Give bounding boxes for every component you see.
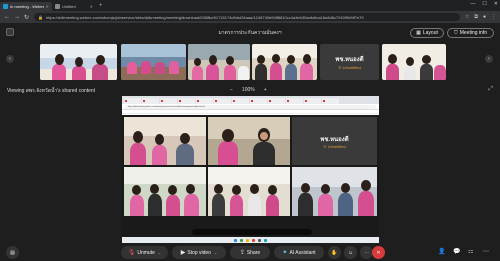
reactions-icon[interactable]: ☺	[344, 246, 357, 259]
page-favicon-icon	[55, 4, 60, 9]
unverified-status: ⊙ Unverified	[323, 143, 346, 149]
participant-name: พช.หนองดี	[320, 136, 349, 143]
reload-icon[interactable]: ↻	[24, 14, 29, 21]
leave-meeting-icon[interactable]: ✕	[372, 246, 385, 259]
share-screen-icon: ⇪	[239, 250, 245, 256]
layout-label: Layout	[422, 30, 438, 36]
browser-tab-untitled[interactable]: Untitled ✕	[52, 2, 96, 11]
shared-url: https://ddkmeeting.webex.com/wbxmjs/join…	[125, 104, 376, 109]
participant-video-tile[interactable]	[382, 44, 446, 80]
shared-browser-tabs	[122, 96, 379, 104]
chevron-down-icon[interactable]: ⌄	[158, 250, 161, 255]
browser-tab-webex[interactable]: In meeting - Webex - Webex ✕	[0, 2, 52, 11]
chat-icon[interactable]: 💬	[453, 248, 460, 255]
webex-window: In meeting - Webex - Webex ✕ Untitled ✕ …	[0, 0, 500, 261]
microphone-muted-icon: 🎙	[127, 250, 136, 256]
shared-content-label: Viewing สพร.จังหวัดน้ำ's shared content	[7, 88, 96, 94]
new-tab-icon[interactable]: +	[99, 3, 103, 9]
url-text: https://ddkmeeting.webex.com/wbxmjs/join…	[45, 14, 364, 20]
star-icon[interactable]: ☆	[465, 14, 469, 20]
share-label: Share	[246, 249, 261, 256]
meeting-header: มาตรการประกันความมั่นคงฯ ▦ Layout ⛉ Meet…	[0, 23, 500, 41]
zoom-level: 100%	[241, 87, 255, 93]
maximize-icon[interactable]: ☐	[482, 1, 486, 7]
filmstrip-prev-icon[interactable]: ‹	[6, 55, 14, 63]
shared-video-tile	[292, 167, 377, 216]
participant-filmstrip: ‹ พช.หนองดี ⊙ Unverified ›	[0, 41, 500, 81]
meeting-controls: ▤ 🎙 Unmute ⌄ ▶ Stop video ⌄ ⇪ Share ✦ AI…	[0, 244, 500, 261]
shared-video-tile	[124, 167, 206, 216]
shared-controls-bar	[192, 229, 312, 235]
meeting-info-label: Meeting info	[459, 30, 487, 36]
minimize-icon[interactable]: —	[470, 1, 475, 7]
extensions-icon[interactable]: ⧉	[474, 14, 478, 20]
sparkle-icon: ✦	[282, 250, 288, 256]
tab-label: Untitled	[62, 4, 76, 9]
shared-screen[interactable]: https://ddkmeeting.webex.com/wbxmjs/join…	[122, 96, 379, 243]
raise-hand-icon[interactable]: ✋	[328, 246, 341, 259]
shared-taskbar	[122, 237, 379, 243]
apps-icon[interactable]: ⚏	[468, 248, 473, 255]
tab-label: In meeting - Webex - Webex	[10, 4, 44, 9]
expand-icon[interactable]: ⤢	[488, 86, 493, 93]
close-tab-icon[interactable]: ✕	[46, 4, 49, 9]
unmute-button[interactable]: 🎙 Unmute ⌄	[121, 246, 168, 259]
browser-tab-strip: In meeting - Webex - Webex ✕ Untitled ✕ …	[0, 0, 500, 11]
menu-icon[interactable]: ⋮	[491, 14, 496, 20]
toolbar-right: ☆ ⧉ ● ⋮	[465, 14, 496, 20]
chevron-down-icon[interactable]: ⌄	[214, 250, 217, 255]
stop-video-label: Stop video	[187, 249, 211, 256]
share-button[interactable]: ⇪ Share	[230, 246, 270, 259]
stop-video-button[interactable]: ▶ Stop video ⌄	[172, 246, 226, 259]
shared-video-tile	[208, 117, 290, 165]
profile-icon[interactable]: ●	[483, 14, 486, 20]
unverified-participant-tile[interactable]: พช.หนองดี ⊙ Unverified	[320, 44, 379, 80]
ai-assistant-label: AI Assistant	[289, 249, 316, 256]
unmute-label: Unmute	[137, 249, 155, 256]
zoom-out-button[interactable]: −	[230, 87, 233, 93]
layout-icon: ▦	[416, 30, 421, 36]
shared-unverified-tile: พช.หนองดี ⊙ Unverified	[292, 117, 377, 165]
lock-icon: 🔒	[38, 14, 43, 20]
participant-video-tile[interactable]	[40, 44, 117, 80]
participant-video-tile[interactable]	[252, 44, 317, 80]
video-camera-icon: ▶	[180, 250, 186, 256]
meeting-info-button[interactable]: ⛉ Meeting info	[447, 28, 494, 38]
zoom-controls: − 100% +	[230, 87, 267, 93]
url-field[interactable]: 🔒 https://ddkmeeting.webex.com/wbxmjs/jo…	[34, 13, 460, 21]
participant-video-tile[interactable]	[188, 44, 250, 80]
shared-bookmarks-bar	[122, 110, 379, 114]
close-window-icon[interactable]: ✕	[494, 1, 498, 7]
participant-name: พช.หนองดี	[335, 57, 364, 63]
forward-icon[interactable]: →	[14, 14, 20, 20]
close-tab-icon[interactable]: ✕	[90, 4, 93, 9]
webex-favicon-icon	[3, 4, 8, 9]
unverified-status: ⊙ Unverified	[338, 65, 361, 70]
window-controls: — ☐ ✕	[470, 1, 498, 7]
shared-meeting-grid: พช.หนองดี ⊙ Unverified	[122, 115, 379, 243]
shared-video-tile	[208, 167, 290, 216]
shared-video-tile	[124, 117, 206, 165]
layout-button[interactable]: ▦ Layout	[410, 28, 444, 38]
ai-assistant-button[interactable]: ✦ AI Assistant	[274, 246, 324, 259]
participants-icon[interactable]: 👤	[438, 248, 445, 255]
more-panels-icon[interactable]: ⋯	[483, 248, 489, 255]
captions-icon[interactable]: ▤	[6, 246, 19, 259]
participant-video-tile[interactable]	[121, 44, 186, 80]
address-bar-row: ← → ↻ 🔒 https://ddkmeeting.webex.com/wbx…	[0, 11, 500, 23]
zoom-in-button[interactable]: +	[264, 87, 267, 93]
back-icon[interactable]: ←	[4, 14, 10, 20]
filmstrip-next-icon[interactable]: ›	[485, 55, 493, 63]
shield-icon: ⛉	[453, 30, 458, 36]
